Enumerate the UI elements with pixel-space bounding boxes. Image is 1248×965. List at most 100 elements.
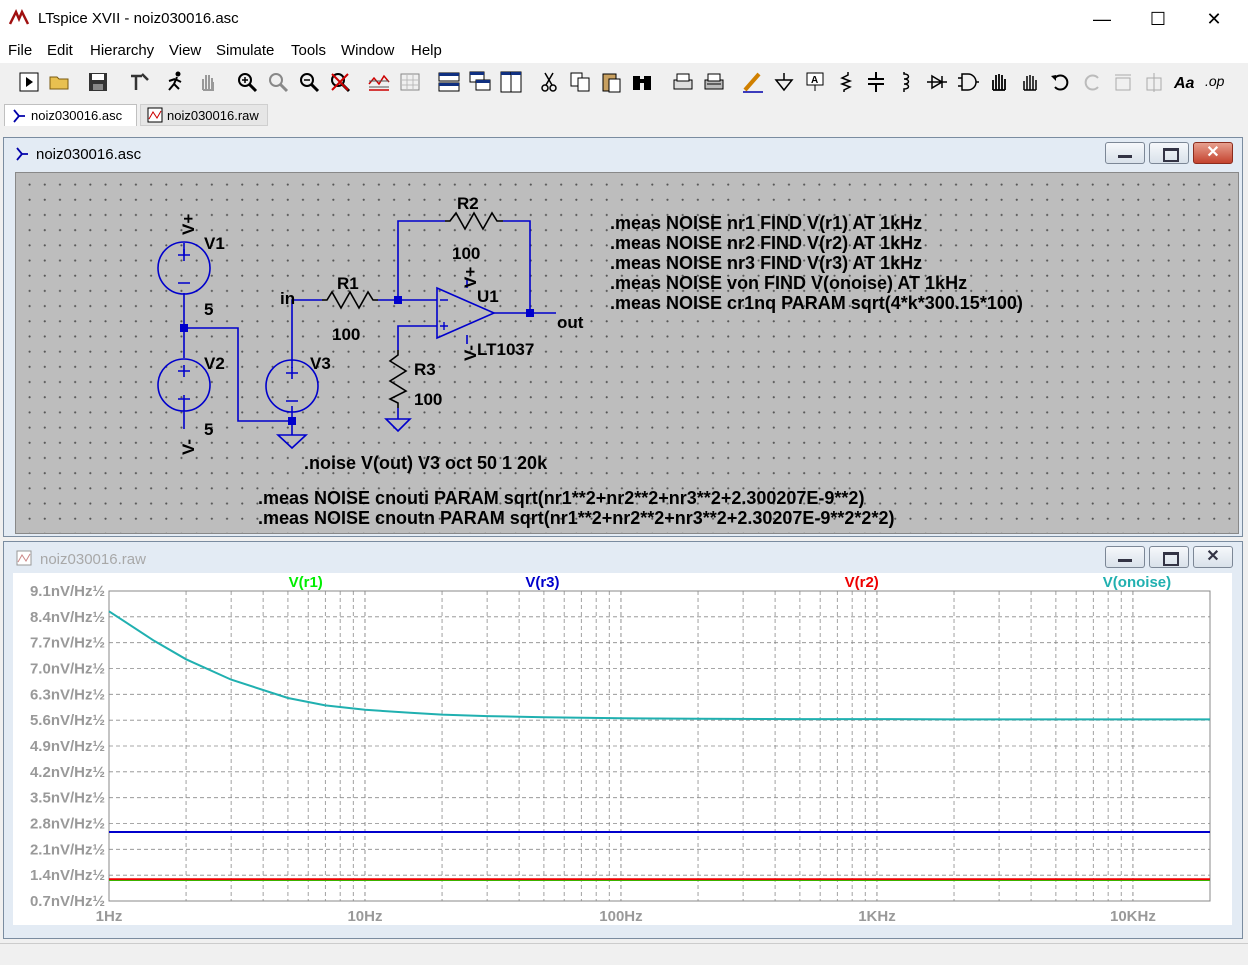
menu-simulate[interactable]: Simulate: [216, 42, 274, 59]
undo-icon[interactable]: [1049, 70, 1073, 94]
r1-resistor[interactable]: [322, 290, 378, 310]
tab-schematic[interactable]: noiz030016.asc: [4, 104, 137, 126]
schematic-icon: [13, 108, 25, 123]
component-icon[interactable]: [956, 70, 980, 94]
cascade-icon[interactable]: [468, 70, 492, 94]
r3-resistor[interactable]: [388, 350, 408, 408]
schematic-window: noiz030016.asc ✕ V+ V1 5 V2 5 V- V3 in R…: [3, 137, 1243, 537]
svg-text:Aa: Aa: [1173, 75, 1195, 92]
ground-symbol: [275, 434, 309, 450]
control-panel-icon[interactable]: [128, 70, 152, 94]
y-tick-label: 6.3nV/Hz½: [30, 686, 105, 703]
meas-directive-nr2[interactable]: .meas NOISE nr2 FIND V(r2) AT 1kHz: [610, 233, 922, 253]
net-label-out: out: [557, 313, 584, 332]
schematic-minimize-button[interactable]: [1105, 142, 1145, 164]
tab-label: noiz030016.raw: [167, 107, 259, 123]
menu-help[interactable]: Help: [411, 42, 442, 59]
schematic-drawing: V+ V1 5 V2 5 V- V3 in R1 100 R2 100 R3 1…: [157, 194, 1023, 528]
zoom-in-icon[interactable]: [235, 70, 259, 94]
copy-icon[interactable]: [568, 70, 592, 94]
move-hand-icon[interactable]: [987, 70, 1011, 94]
rotate-icon[interactable]: [1111, 70, 1135, 94]
schematic-grid-icon[interactable]: [398, 70, 422, 94]
text-icon[interactable]: Aa: [1173, 70, 1197, 94]
tile-horizontal-icon[interactable]: [437, 70, 461, 94]
ground-icon[interactable]: [772, 70, 796, 94]
net-label-icon[interactable]: A: [803, 70, 827, 94]
capacitor-icon[interactable]: [864, 70, 888, 94]
noise-directive[interactable]: .noise V(out) V3 oct 50 1 20k: [304, 453, 548, 473]
schematic-canvas[interactable]: V+ V1 5 V2 5 V- V3 in R1 100 R2 100 R3 1…: [15, 172, 1239, 534]
autorange-icon[interactable]: [367, 70, 391, 94]
r1-name: R1: [337, 274, 359, 293]
schematic-close-button[interactable]: ✕: [1193, 142, 1233, 164]
menu-view[interactable]: View: [169, 42, 201, 59]
y-tick-label: 2.1nV/Hz½: [30, 841, 105, 858]
legend-label: V(r1): [289, 574, 323, 591]
junction-dot: [288, 417, 296, 425]
close-button[interactable]: ✕: [1186, 0, 1242, 38]
mirror-icon[interactable]: [1142, 70, 1166, 94]
meas-directive-cnoutn[interactable]: .meas NOISE cnoutn PARAM sqrt(nr1**2+nr2…: [258, 508, 894, 528]
open-folder-icon[interactable]: [48, 70, 72, 94]
inductor-icon[interactable]: [894, 70, 918, 94]
find-icon[interactable]: [630, 70, 654, 94]
schematic-icon: [16, 147, 28, 161]
menu-file[interactable]: File: [8, 42, 32, 59]
r3-name: R3: [414, 360, 436, 379]
menu-bar: File Edit Hierarchy View Simulate Tools …: [0, 38, 1248, 63]
v2-pin-label: V-: [179, 439, 198, 455]
zoom-out-icon[interactable]: [297, 70, 321, 94]
waveform-close-button[interactable]: ✕: [1193, 546, 1233, 568]
meas-directive-nr3[interactable]: .meas NOISE nr3 FIND V(r3) AT 1kHz: [610, 253, 922, 273]
ltspice-app-icon: [8, 9, 30, 27]
draw-wire-icon[interactable]: [741, 70, 765, 94]
waveform-restore-button[interactable]: [1149, 546, 1189, 568]
y-tick-label: 1.4nV/Hz½: [30, 867, 105, 884]
paste-icon[interactable]: [599, 70, 623, 94]
menu-edit[interactable]: Edit: [47, 42, 73, 59]
print-preview-icon[interactable]: [671, 70, 695, 94]
spice-directive-icon[interactable]: .op: [1204, 70, 1228, 94]
waveform-plot[interactable]: 1Hz 10Hz 100Hz 1KHz 10KHz 0.7nV/Hz½ 1.4nV/Hz½ 2…: [13, 573, 1232, 925]
y-tick-label: 4.9nV/Hz½: [30, 738, 105, 755]
redo-icon[interactable]: [1080, 70, 1104, 94]
drag-hand-icon[interactable]: [1018, 70, 1042, 94]
tile-vertical-icon[interactable]: [499, 70, 523, 94]
svg-text:.op: .op: [1205, 73, 1225, 89]
zoom-full-icon[interactable]: [328, 70, 352, 94]
meas-directive-nr1[interactable]: .meas NOISE nr1 FIND V(r1) AT 1kHz: [610, 213, 922, 233]
window-title: LTspice XVII - noiz030016.asc: [38, 10, 239, 27]
halt-hand-icon[interactable]: [196, 70, 220, 94]
meas-directive-cnouti[interactable]: .meas NOISE cnouti PARAM sqrt(nr1**2+nr2…: [258, 488, 864, 508]
cut-icon[interactable]: [537, 70, 561, 94]
schematic-restore-button[interactable]: [1149, 142, 1189, 164]
minimize-button[interactable]: —: [1074, 0, 1130, 38]
x-tick-label: 1Hz: [96, 908, 123, 925]
menu-window[interactable]: Window: [341, 42, 394, 59]
x-tick-label: 100Hz: [599, 908, 642, 925]
meas-directive-von[interactable]: .meas NOISE von FIND V(onoise) AT 1kHz: [610, 273, 967, 293]
y-tick-label: 7.0nV/Hz½: [30, 661, 105, 678]
menu-hierarchy[interactable]: Hierarchy: [90, 42, 154, 59]
meas-directive-cr1nq[interactable]: .meas NOISE cr1nq PARAM sqrt(4*k*300.15*…: [610, 293, 1023, 313]
pan-icon[interactable]: [266, 70, 290, 94]
waveform-minimize-button[interactable]: [1105, 546, 1145, 568]
svg-text:A: A: [811, 75, 818, 86]
new-schematic-icon[interactable]: [17, 70, 41, 94]
x-tick-label: 10Hz: [347, 908, 382, 925]
print-icon[interactable]: [702, 70, 726, 94]
resistor-icon[interactable]: [834, 70, 858, 94]
tab-waveform[interactable]: noiz030016.raw: [140, 104, 268, 126]
v1-source[interactable]: [157, 241, 211, 295]
v1-value: 5: [204, 300, 213, 319]
run-icon[interactable]: [164, 70, 188, 94]
y-tick-label: 2.8nV/Hz½: [30, 816, 105, 833]
save-icon[interactable]: [86, 70, 110, 94]
window-titlebar: LTspice XVII - noiz030016.asc — ☐ ✕: [0, 0, 1248, 38]
r2-resistor[interactable]: [445, 211, 503, 231]
toolbar: A Aa .op: [0, 63, 1248, 102]
diode-icon[interactable]: [925, 70, 949, 94]
maximize-button[interactable]: ☐: [1130, 0, 1186, 38]
menu-tools[interactable]: Tools: [291, 42, 326, 59]
